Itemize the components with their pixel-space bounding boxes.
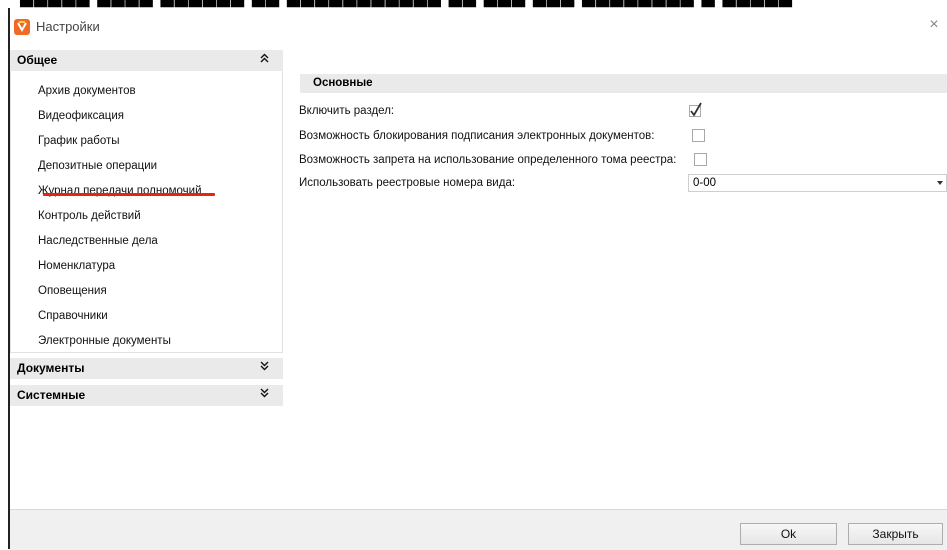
nav-item-schedule[interactable]: График работы xyxy=(38,132,120,150)
chevron-down-icon[interactable] xyxy=(260,358,269,379)
settings-window: Настройки × Общее Архив документов Видео… xyxy=(10,8,947,550)
nav-item-action-control[interactable]: Контроль действий xyxy=(38,207,141,225)
nav-item-notifications[interactable]: Оповещения xyxy=(38,282,107,300)
accordion-header-general[interactable]: Общее xyxy=(10,50,283,71)
register-number-format-select[interactable]: 0-00 xyxy=(688,174,947,192)
title-bar: Настройки × xyxy=(10,8,947,44)
app-icon xyxy=(14,19,30,35)
settings-accordion: Общее Архив документов Видеофиксация Гра… xyxy=(10,50,283,406)
section-title: Основные xyxy=(300,74,947,93)
accordion-header-documents[interactable]: Документы xyxy=(10,358,283,379)
register-volume-checkbox[interactable] xyxy=(694,153,707,166)
chevron-down-icon[interactable] xyxy=(260,385,269,406)
nav-item-e-documents[interactable]: Электронные документы xyxy=(38,332,171,350)
ok-button[interactable]: Ok xyxy=(740,523,837,545)
accordion-header-system[interactable]: Системные xyxy=(10,385,283,406)
close-button[interactable]: Закрыть xyxy=(848,523,943,545)
chevron-up-icon[interactable] xyxy=(260,50,269,71)
field-label-register-numbers: Использовать реестровые номера вида: xyxy=(299,177,516,189)
window-title: Настройки xyxy=(36,19,100,34)
cropped-top-strip: █████ ████ ██████ ██ ███████████ ██ ███ … xyxy=(0,0,947,8)
accordion-header-label: Системные xyxy=(17,388,86,402)
cropped-heading-text: █████ ████ ██████ ██ ███████████ ██ ███ … xyxy=(20,0,793,8)
nav-item-nomenclature[interactable]: Номенклатура xyxy=(38,257,115,275)
field-label-register-volume: Возможность запрета на использование опр… xyxy=(299,154,677,166)
accordion-header-label: Документы xyxy=(17,361,85,375)
dropdown-arrow-icon[interactable] xyxy=(937,181,943,185)
field-label-enable-section: Включить раздел: xyxy=(299,105,395,117)
accordion-body-general: Архив документов Видеофиксация График ра… xyxy=(10,71,283,353)
enable-section-checkbox[interactable] xyxy=(688,102,702,117)
nav-item-inheritance[interactable]: Наследственные дела xyxy=(38,232,158,250)
nav-item-video[interactable]: Видеофиксация xyxy=(38,107,124,125)
close-icon[interactable]: × xyxy=(925,16,943,34)
accordion-header-label: Общее xyxy=(17,53,58,67)
nav-item-references[interactable]: Справочники xyxy=(38,307,108,325)
nav-item-deposits[interactable]: Депозитные операции xyxy=(38,157,157,175)
button-bar: Ok Закрыть xyxy=(10,509,947,550)
nav-item-archive[interactable]: Архив документов xyxy=(38,82,136,100)
field-label-signing-block: Возможность блокирования подписания элек… xyxy=(299,130,655,142)
nav-item-authority-log[interactable]: Журнал передачи полномочий xyxy=(38,182,202,200)
select-value: 0-00 xyxy=(693,177,717,189)
signing-block-checkbox[interactable] xyxy=(692,129,705,142)
highlight-underline xyxy=(43,193,215,196)
